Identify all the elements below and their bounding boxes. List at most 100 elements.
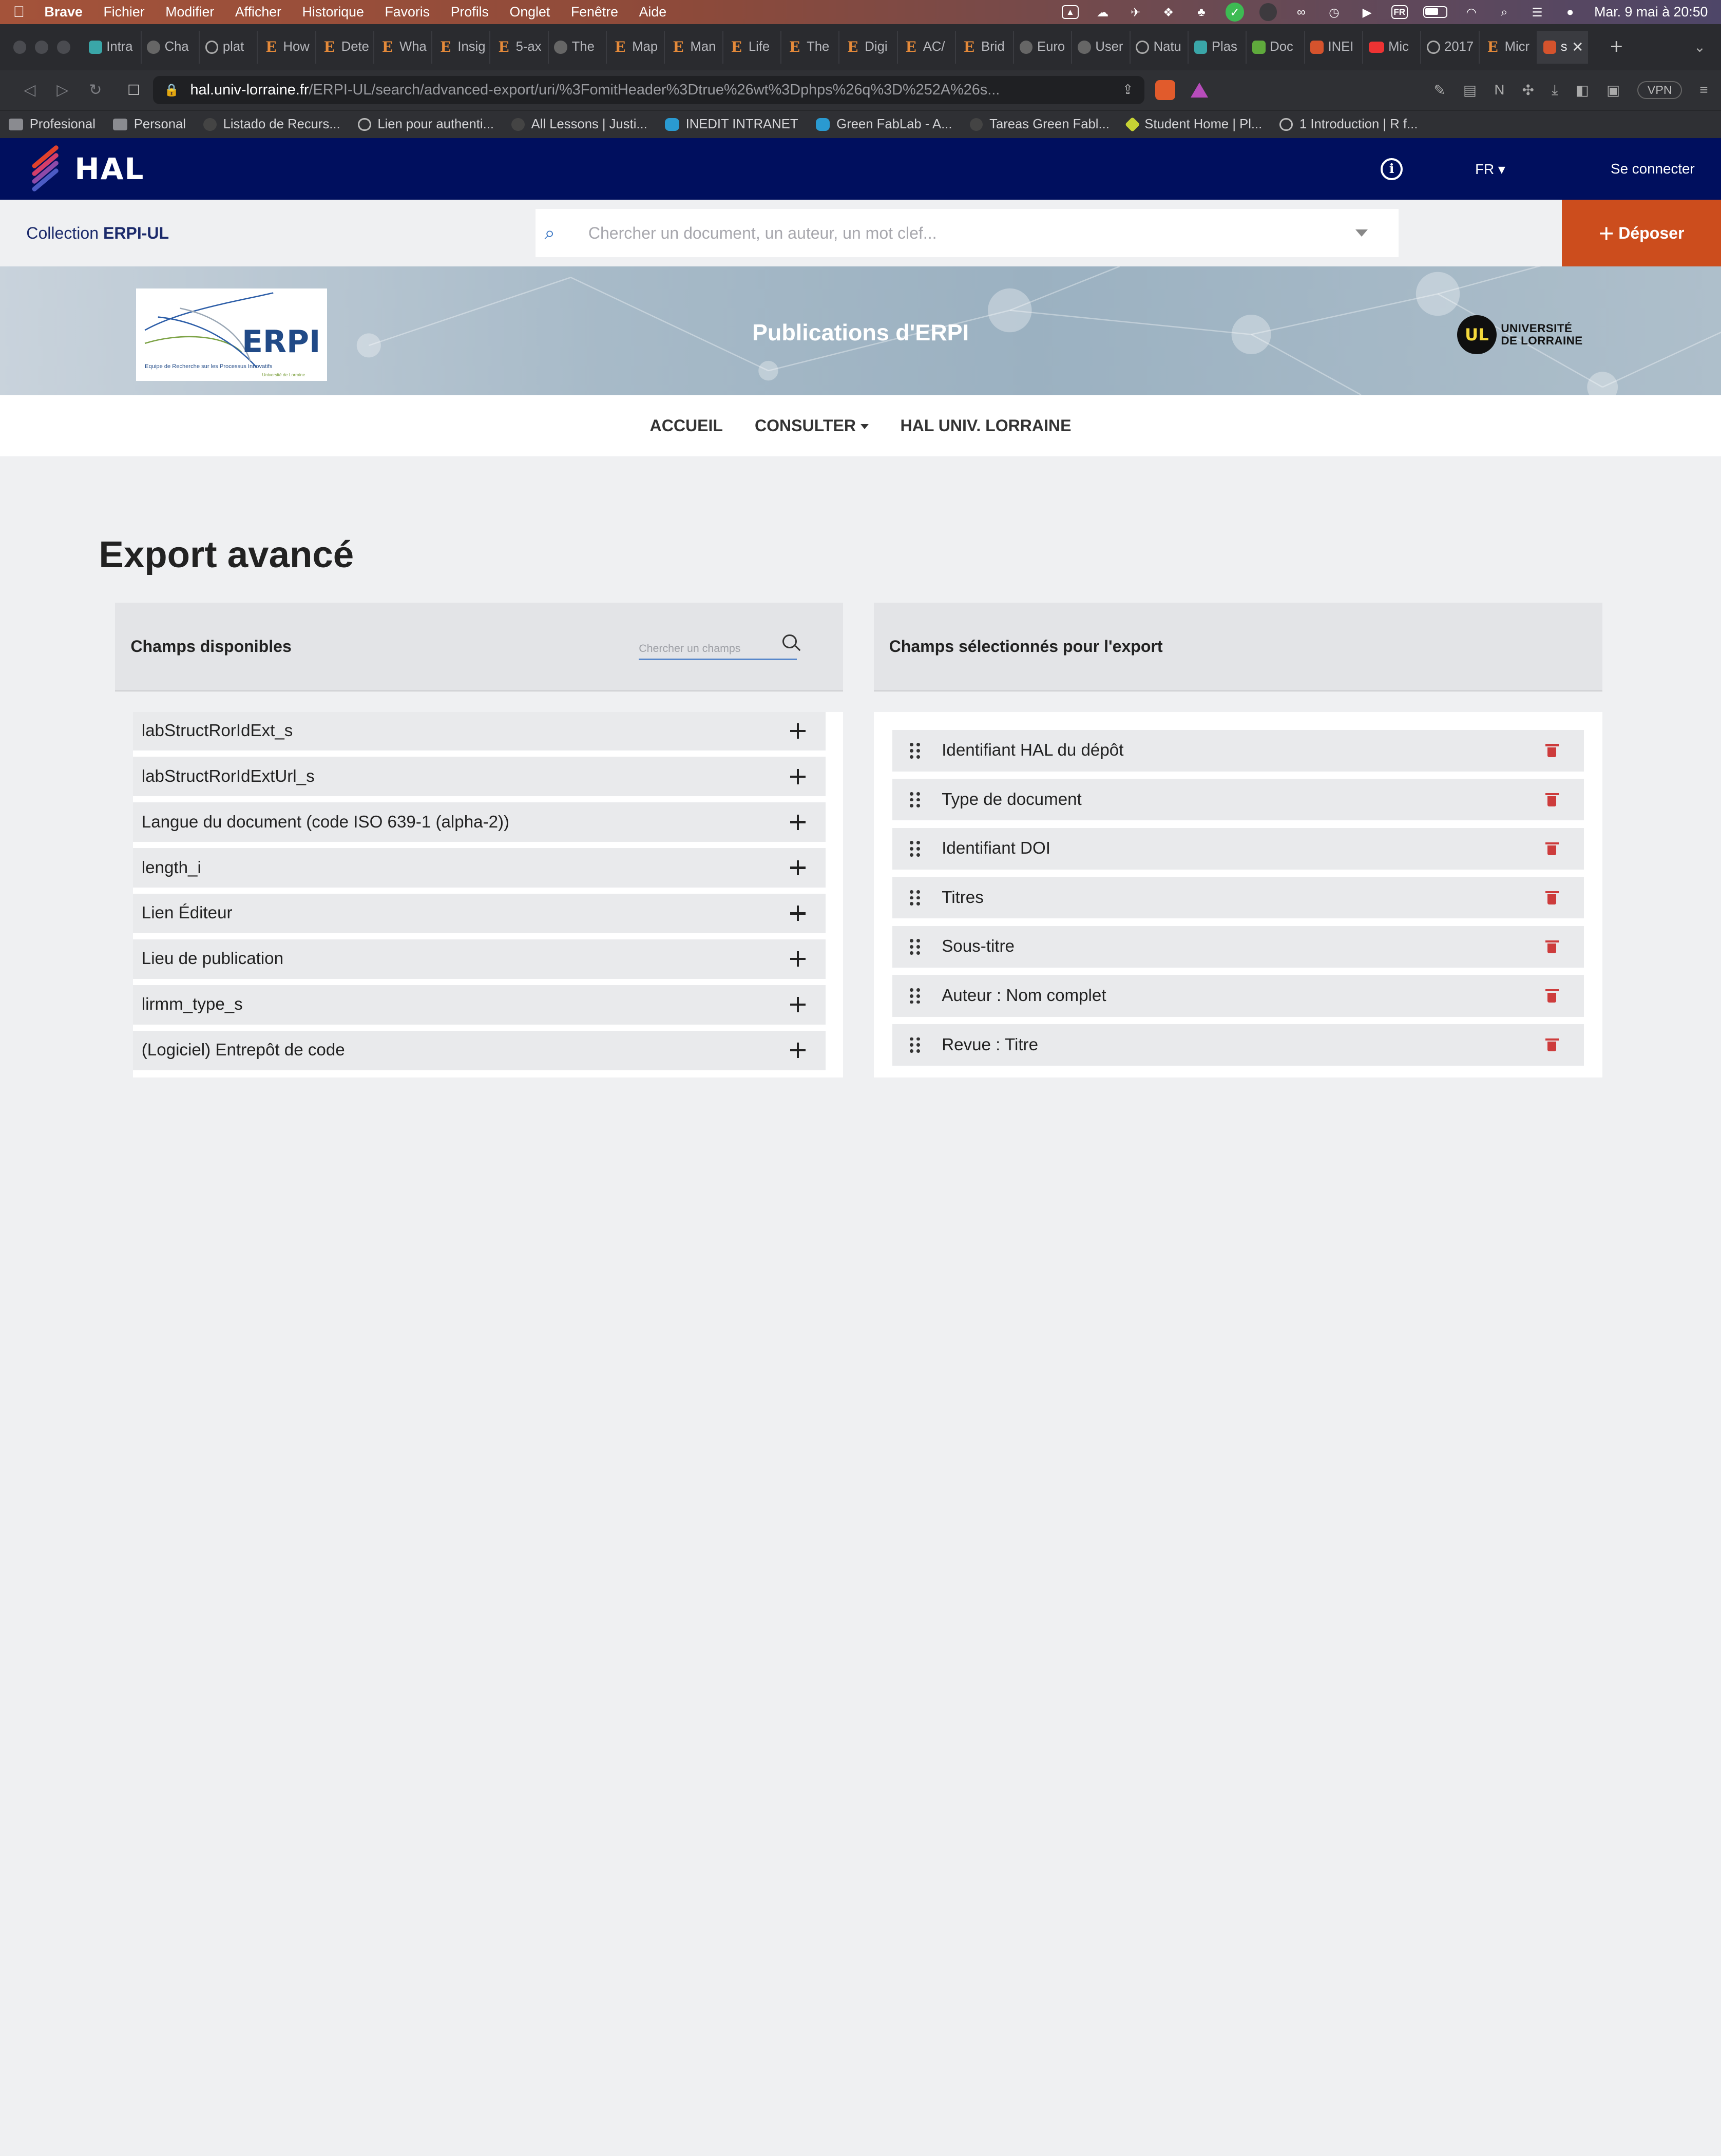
brave-rewards-icon[interactable] [1190,83,1208,98]
active-tab[interactable]: s ✕ [1537,30,1589,64]
notion-extension-icon[interactable]: N [1494,82,1504,98]
drive-tray-icon[interactable]: ▲ [1062,5,1079,20]
drag-handle-icon[interactable] [910,841,921,857]
record-tray-icon[interactable] [1259,3,1277,21]
reload-button[interactable]: ↻ [79,81,112,99]
menu-afficher[interactable]: Afficher [235,4,281,20]
delete-field-trash-icon[interactable] [1545,744,1559,758]
add-field-plus-icon[interactable] [790,1043,806,1058]
delete-field-trash-icon[interactable] [1545,842,1559,856]
time-machine-tray-icon[interactable]: ◷ [1325,5,1343,20]
browser-tab[interactable]: Euro [1014,30,1073,64]
language-selector[interactable]: FR ▾ [1475,161,1505,178]
collection-name[interactable]: ERPI-UL [103,224,169,242]
bookmark-item[interactable]: Personal [113,117,186,132]
search-icon[interactable] [782,634,797,649]
browser-tab[interactable]: The [549,30,607,64]
bookmark-item[interactable]: Green FabLab - A... [815,117,952,132]
drag-handle-icon[interactable] [910,743,921,759]
nav-consulter[interactable]: CONSULTER [755,416,869,435]
add-field-plus-icon[interactable] [790,814,806,830]
delete-field-trash-icon[interactable] [1545,989,1559,1003]
browser-tab[interactable]: E How [258,30,316,64]
new-tab-button[interactable]: + [1610,34,1623,60]
bookmark-item[interactable]: Profesional [9,117,95,132]
bookmark-icon[interactable]: ☐ [127,82,140,99]
dropbox-tray-icon[interactable]: ❖ [1160,5,1177,20]
delete-field-trash-icon[interactable] [1545,891,1559,904]
add-field-plus-icon[interactable] [790,768,806,784]
plane-tray-icon[interactable]: ✈ [1127,5,1144,20]
hal-logo[interactable]: HAL [26,144,144,192]
cloud-tray-icon[interactable]: ☁ [1094,5,1111,20]
menu-fenetre[interactable]: Fenêtre [571,4,618,20]
bookmark-item[interactable]: Student Home | Pl... [1124,117,1262,132]
apple-menu-icon[interactable]:  [13,4,25,21]
drag-handle-icon[interactable] [910,1037,921,1053]
browser-tab[interactable]: E The [781,30,840,64]
add-field-plus-icon[interactable] [790,860,806,876]
browser-tab[interactable]: Mic [1363,30,1422,64]
field-search-input[interactable] [639,642,771,656]
add-field-plus-icon[interactable] [790,723,806,739]
main-menu-icon[interactable]: ≡ [1699,82,1708,98]
wifi-icon[interactable]: ◠ [1463,5,1480,20]
browser-tab[interactable]: Intra [83,30,142,64]
search-options-chevron-icon[interactable] [1355,229,1368,237]
zoom-window-button[interactable] [57,41,70,54]
delete-field-trash-icon[interactable] [1545,1038,1559,1052]
nav-accueil[interactable]: ACCUEIL [650,416,723,435]
bookmark-item[interactable]: 1 Introduction | R f... [1279,117,1418,132]
add-field-plus-icon[interactable] [790,906,806,921]
play-tray-icon[interactable]: ▶ [1359,5,1376,20]
menu-app-name[interactable]: Brave [45,4,83,20]
drag-handle-icon[interactable] [910,792,921,808]
minimize-window-button[interactable] [35,41,49,54]
delete-field-trash-icon[interactable] [1545,940,1559,954]
menu-profils[interactable]: Profils [451,4,489,20]
reader-mode-icon[interactable]: ▤ [1463,82,1477,99]
battery-icon[interactable] [1423,6,1447,18]
add-field-plus-icon[interactable] [790,951,806,967]
browser-tab[interactable]: Plas [1189,30,1247,64]
close-window-button[interactable] [13,41,27,54]
deposit-button[interactable]: + Déposer [1562,200,1721,267]
brave-shields-icon[interactable] [1155,80,1175,100]
document-search-input[interactable]: ⌕ Chercher un document, un auteur, un mo… [536,209,1399,258]
spotlight-search-icon[interactable]: ⌕ [1496,5,1513,20]
input-source-indicator[interactable]: FR [1391,5,1408,20]
browser-tab[interactable]: E Digi [839,30,898,64]
drag-handle-icon[interactable] [910,988,921,1004]
siri-icon[interactable]: ● [1561,5,1579,20]
browser-tab[interactable]: E Map [607,30,665,64]
leo-icon[interactable]: ✎ [1433,82,1445,99]
universite-de-lorraine-logo[interactable]: UL UNIVERSITÉ DE LORRAINE [1457,315,1583,355]
drag-handle-icon[interactable] [910,939,921,955]
browser-tab[interactable]: E Insig [432,30,491,64]
menu-aide[interactable]: Aide [639,4,666,20]
browser-tab[interactable]: E Wha [374,30,433,64]
menu-fichier[interactable]: Fichier [103,4,144,20]
add-field-plus-icon[interactable] [790,997,806,1013]
browser-tab[interactable]: E Micr [1480,30,1538,64]
glasses-tray-icon[interactable]: ∞ [1292,5,1310,20]
control-center-icon[interactable]: ☰ [1528,5,1546,20]
browser-tab[interactable]: Natu [1131,30,1189,64]
forward-button[interactable]: ▷ [46,81,79,99]
vpn-button[interactable]: VPN [1637,81,1682,99]
downloads-icon[interactable]: ⤓ [1552,82,1558,99]
extensions-icon[interactable]: ✣ [1522,82,1534,99]
address-bar[interactable]: 🔒 hal.univ-lorraine.fr /ERPI-UL/search/a… [153,75,1144,105]
browser-tab[interactable]: Doc [1247,30,1305,64]
check-tray-icon[interactable]: ✓ [1225,3,1245,22]
info-icon[interactable]: i [1381,158,1403,180]
browser-tab[interactable]: INEI [1305,30,1363,64]
tab-overflow-chevron-icon[interactable]: ⌄ [1694,38,1706,55]
browser-tab[interactable]: E AC/ [898,30,956,64]
nav-hal-univ-lorraine[interactable]: HAL UNIV. LORRAINE [901,416,1072,435]
browser-tab[interactable]: User [1072,30,1131,64]
bookmark-item[interactable]: Lien pour authenti... [357,117,494,132]
browser-tab[interactable]: E Dete [316,30,374,64]
login-link[interactable]: Se connecter [1611,161,1695,177]
drag-handle-icon[interactable] [910,890,921,906]
